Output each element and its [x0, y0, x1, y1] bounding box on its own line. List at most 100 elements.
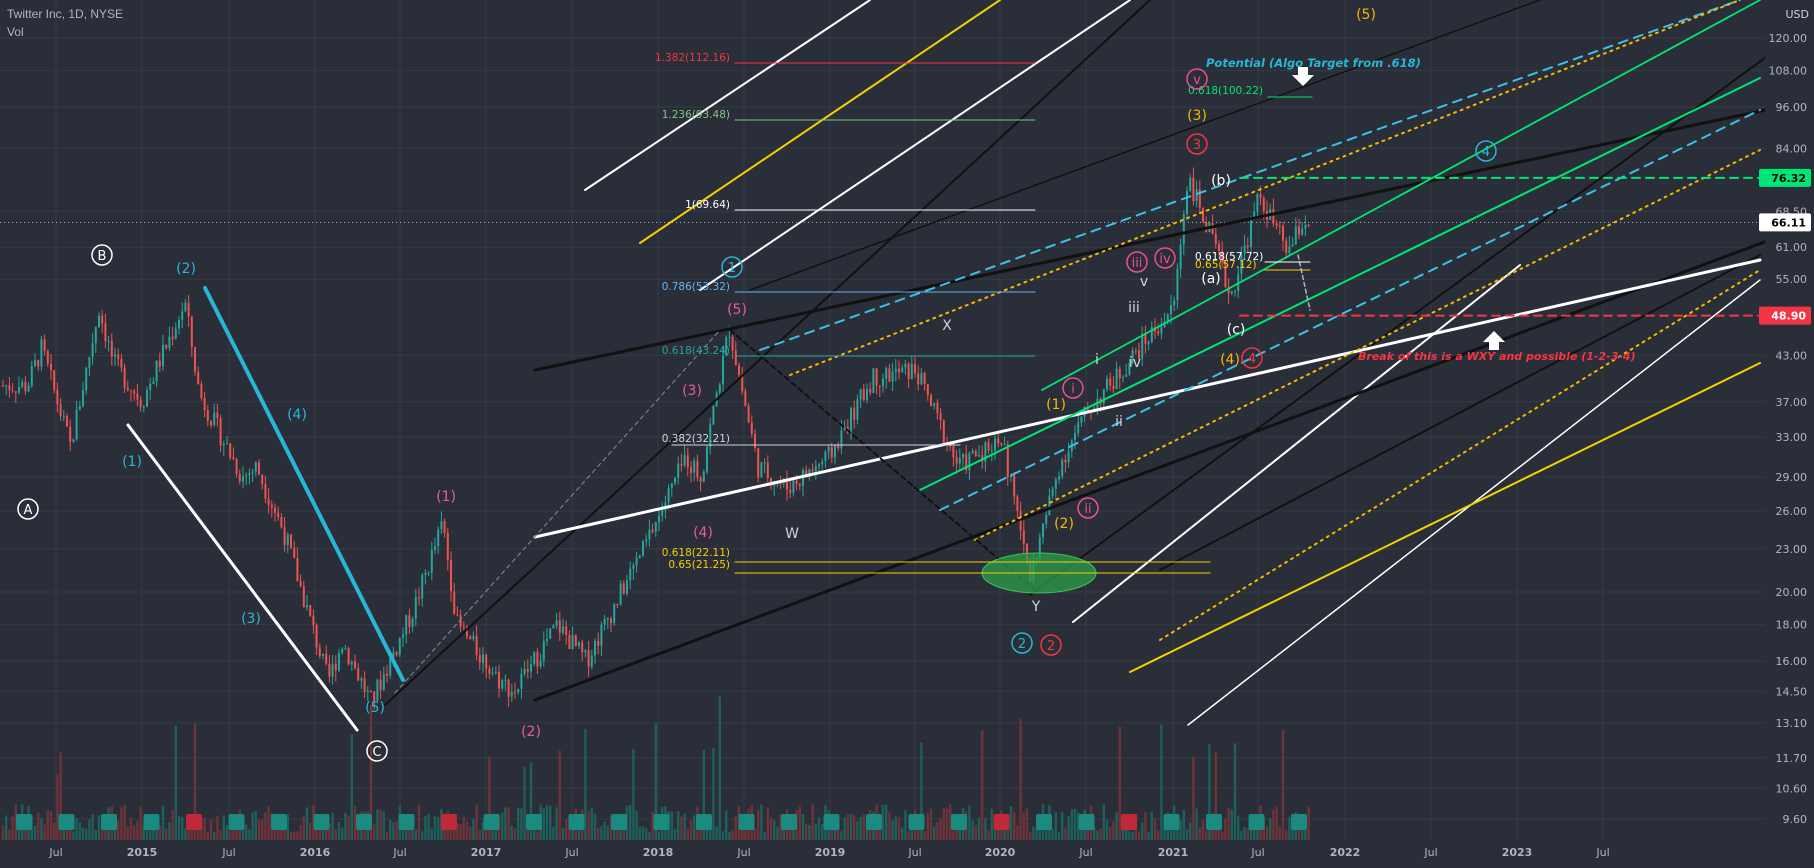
- time-tick: Jul: [392, 846, 406, 859]
- candle-body: [1179, 244, 1182, 269]
- candle-body: [1064, 459, 1067, 463]
- candle-body: [296, 558, 299, 582]
- volume-bar: [97, 815, 101, 840]
- candle-body: [754, 433, 756, 448]
- earnings-marker: [908, 814, 925, 830]
- candle-body: [398, 637, 401, 655]
- candle-body: [258, 462, 260, 475]
- wave-label: (5): [727, 302, 747, 318]
- candle-body: [184, 302, 187, 312]
- wave-label: (c): [1227, 322, 1246, 338]
- candle-body: [283, 527, 286, 545]
- volume-bar: [712, 747, 715, 840]
- candle-body: [216, 412, 219, 419]
- candle-body: [693, 460, 696, 473]
- candle-body: [142, 406, 145, 408]
- candle-body: [837, 445, 840, 449]
- candle-body: [27, 385, 30, 392]
- earnings-marker: [781, 814, 797, 830]
- candle-body: [904, 363, 907, 368]
- volume-bar: [129, 817, 133, 840]
- candle-body: [456, 614, 459, 616]
- volume-bar: [1109, 827, 1112, 840]
- candle-body: [203, 397, 206, 411]
- volume-bar: [638, 826, 641, 840]
- candle-body: [219, 418, 222, 446]
- price-tick: 43.00: [1776, 349, 1808, 362]
- volume-bar: [1051, 828, 1054, 840]
- wave-label: 2: [1018, 637, 1026, 652]
- price-chart[interactable]: 1.382(112.16) 1.236(93.48) 1(69.64) 0.786(5…: [0, 0, 1814, 864]
- candle-body: [507, 679, 510, 697]
- wave-label: B: [98, 249, 107, 264]
- candle-body: [923, 373, 926, 385]
- candle-body: [517, 688, 520, 693]
- candle-body: [450, 560, 452, 592]
- channel-line: [974, 149, 1761, 541]
- candle-body: [238, 473, 241, 482]
- candle-body: [363, 678, 366, 692]
- candle-body: [962, 454, 964, 458]
- candle-body: [830, 446, 833, 458]
- volume-bar: [1064, 827, 1067, 840]
- price-tick: 9.60: [1783, 813, 1808, 826]
- candle-body: [222, 444, 225, 446]
- volume-bar: [469, 826, 472, 840]
- wave-label: v: [1140, 274, 1148, 290]
- time-tick: 2015: [127, 846, 158, 859]
- candle-body: [421, 574, 424, 599]
- candle-body: [357, 668, 360, 681]
- wave-label: (4): [287, 407, 307, 423]
- volume-bar: [1099, 828, 1102, 840]
- volume-bar: [891, 820, 894, 840]
- volume-bar: [753, 828, 757, 840]
- candle-body: [200, 384, 203, 398]
- candle-body: [347, 648, 350, 665]
- volume-bar: [1025, 808, 1029, 840]
- candle-body: [325, 653, 328, 664]
- candle-body: [1045, 514, 1048, 524]
- volume-bar: [78, 822, 81, 840]
- candle-body: [1291, 244, 1294, 247]
- candle-body: [133, 390, 136, 394]
- volume-bar: [296, 831, 299, 840]
- candle-body: [1157, 331, 1160, 334]
- volume-bar: [389, 819, 392, 840]
- volume-bar: [337, 821, 341, 840]
- volume-bar: [1240, 830, 1243, 840]
- volume-bar: [1054, 812, 1057, 840]
- candle-body: [123, 367, 126, 388]
- wave-label: iii: [1128, 300, 1140, 316]
- volume-bar: [40, 818, 43, 840]
- volume-bar: [1272, 809, 1275, 840]
- candle-body: [862, 389, 865, 401]
- candle-body: [280, 517, 283, 528]
- candle-body: [30, 365, 33, 386]
- candle-body: [1016, 496, 1019, 511]
- time-tick: Jul: [736, 846, 750, 859]
- volume-bar: [75, 818, 78, 840]
- volume-bar: [385, 831, 389, 840]
- volume-bar: [1275, 806, 1278, 840]
- earnings-marker: [526, 814, 542, 830]
- price-tick: 37.00: [1776, 396, 1808, 409]
- candle-body: [514, 692, 516, 694]
- candle-body: [910, 363, 913, 379]
- candle-body: [683, 455, 686, 466]
- volume-bar: [1192, 756, 1195, 840]
- volume-bar: [1105, 820, 1109, 840]
- volume-bar: [1096, 830, 1099, 840]
- chart-area[interactable]: 1.382(112.16) 1.236(93.48) 1(69.64) 0.786(5…: [0, 0, 1814, 864]
- volume-bar: [395, 820, 398, 840]
- wave-label: ii: [1115, 414, 1123, 430]
- volume-bar: [565, 818, 568, 840]
- volume-bar: [648, 831, 651, 840]
- candle-body: [1077, 422, 1080, 434]
- time-tick: 2022: [1330, 846, 1361, 859]
- volume-bar: [686, 828, 689, 840]
- candle-body: [149, 383, 152, 391]
- candle-body: [1115, 368, 1118, 390]
- price-tick: 20.00: [1776, 586, 1808, 599]
- volume-bar: [46, 810, 49, 840]
- candle-body: [1134, 350, 1137, 352]
